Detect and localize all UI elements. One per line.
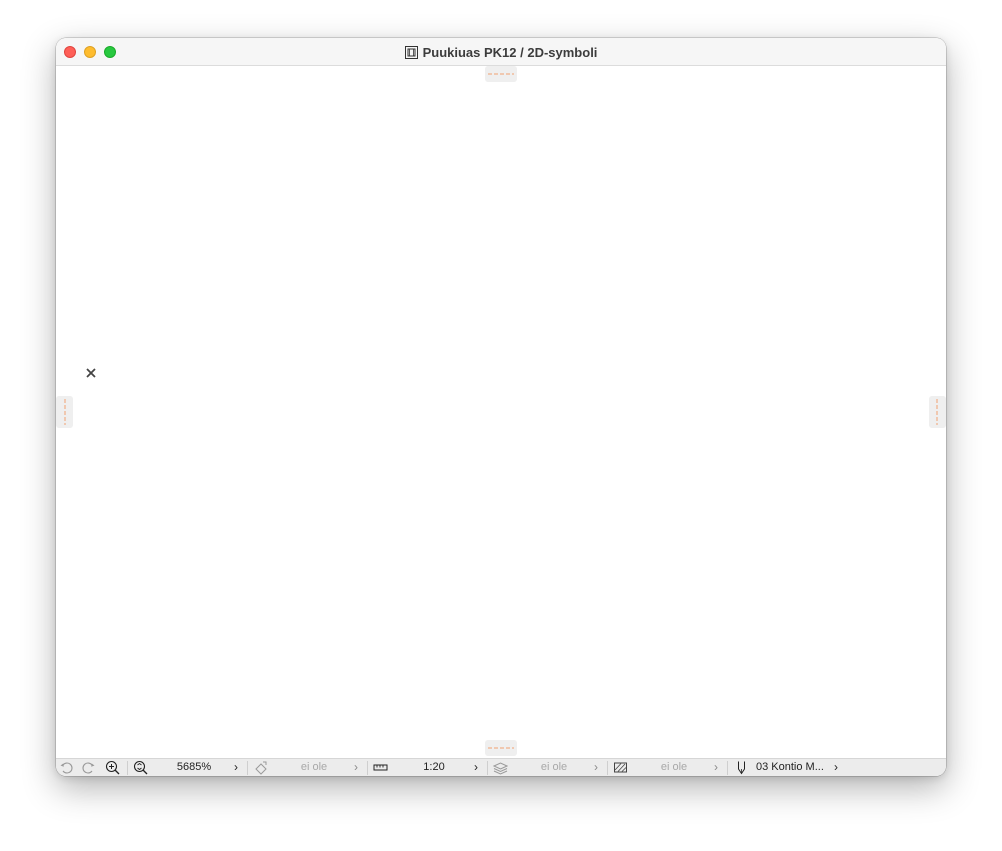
orientation-chevron-icon[interactable]: › bbox=[354, 759, 358, 776]
ruler-icon[interactable] bbox=[373, 760, 388, 775]
right-edge-handle[interactable] bbox=[929, 396, 946, 428]
scale-value[interactable]: 1:20 bbox=[394, 759, 474, 776]
zoom-level-value[interactable]: 5685% bbox=[156, 759, 232, 776]
dashed-line-icon bbox=[64, 399, 66, 425]
window-title-group: Puukiuas PK12 / 2D-symboli bbox=[56, 38, 946, 66]
drawing-canvas[interactable] bbox=[56, 66, 946, 758]
dashed-line-icon bbox=[488, 73, 514, 75]
top-edge-handle[interactable] bbox=[485, 66, 517, 82]
orientation-value[interactable]: ei ole bbox=[274, 759, 354, 776]
pen-set-chevron-icon[interactable]: › bbox=[834, 759, 838, 776]
layers-icon[interactable] bbox=[493, 760, 508, 775]
app-window: Puukiuas PK12 / 2D-symboli 5685% › ei ol… bbox=[56, 38, 946, 776]
undo-icon[interactable] bbox=[59, 760, 74, 775]
pen-set-value[interactable]: 03 Kontio M... bbox=[756, 759, 836, 776]
dashed-line-icon bbox=[936, 399, 938, 425]
origin-cross-icon bbox=[86, 368, 96, 378]
title-bar[interactable]: Puukiuas PK12 / 2D-symboli bbox=[56, 38, 946, 66]
zoom-in-icon[interactable] bbox=[105, 760, 120, 775]
layers-chevron-icon[interactable]: › bbox=[594, 759, 598, 776]
dashed-line-icon bbox=[488, 747, 514, 749]
scale-chevron-icon[interactable]: › bbox=[474, 759, 478, 776]
window-title: Puukiuas PK12 / 2D-symboli bbox=[422, 44, 598, 60]
hatch-icon[interactable] bbox=[613, 760, 628, 775]
override-chevron-icon[interactable]: › bbox=[714, 759, 718, 776]
redo-icon[interactable] bbox=[81, 760, 96, 775]
bottom-edge-handle[interactable] bbox=[485, 740, 517, 756]
window-frame-icon bbox=[404, 45, 418, 59]
graphic-override-value[interactable]: ei ole bbox=[634, 759, 714, 776]
layer-combination-value[interactable]: ei ole bbox=[514, 759, 594, 776]
zoom-fit-icon[interactable] bbox=[133, 760, 148, 775]
zoom-chevron-icon[interactable]: › bbox=[234, 759, 238, 776]
pen-icon[interactable] bbox=[734, 760, 749, 775]
status-bar: 5685% › ei ole › 1:20 › ei ole › ei ole … bbox=[56, 758, 946, 776]
left-edge-handle[interactable] bbox=[56, 396, 73, 428]
rotate-view-icon[interactable] bbox=[254, 760, 269, 775]
